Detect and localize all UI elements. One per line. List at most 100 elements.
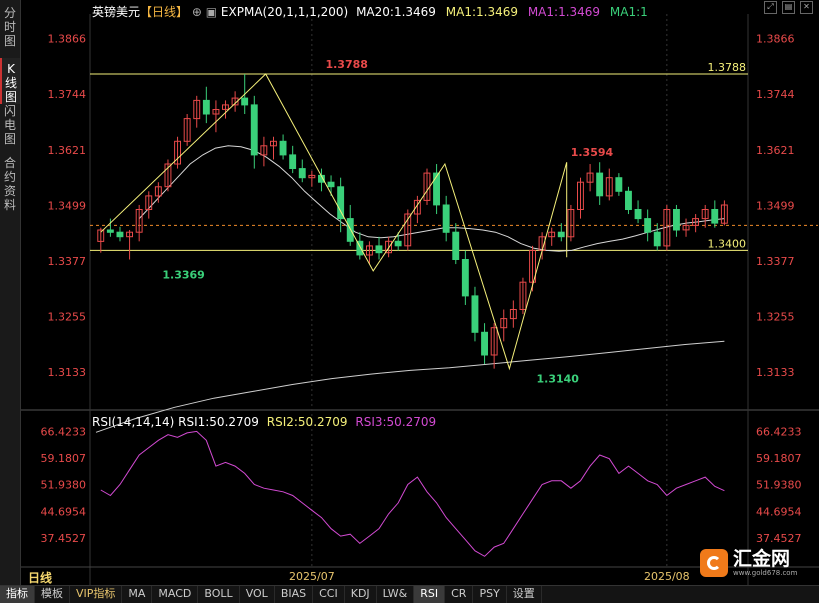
sidebar-tab-2[interactable]: 闪电图	[0, 100, 20, 146]
price-tick-left-6: 1.3133	[48, 366, 87, 379]
candle-body-24	[327, 181, 335, 188]
period-label[interactable]: 日线	[28, 569, 52, 586]
bottom-tab-11[interactable]: RSI	[414, 586, 446, 603]
candle-body-55	[625, 190, 632, 211]
candle-body-64	[711, 209, 719, 224]
candle-body-26	[346, 218, 354, 242]
rsi-tick-right-0: 66.4233	[756, 425, 802, 438]
candle-body-19	[279, 140, 287, 156]
bottom-tab-2[interactable]: VIP指标	[70, 586, 123, 603]
rsi-name: RSI(14,14,14)	[92, 415, 175, 429]
chart-canvas: 1.3788 1.3400 1.3788 1.3369 1.3140 1.3594 1.3…	[0, 14, 819, 585]
price-axis: 1.3866 1.3866 1.3744 1.3744 1.3621 1.3621 1.34…	[41, 33, 802, 583]
candle-body-54	[615, 177, 623, 192]
pivot-label-2: 1.3140	[537, 373, 580, 386]
ma20-value: MA20:1.3469	[356, 5, 436, 19]
bottom-tab-9[interactable]: KDJ	[345, 586, 377, 603]
layout-icon[interactable]: ▤	[782, 1, 795, 14]
sidebar-tab-1[interactable]: K线图	[0, 58, 20, 104]
time-tick-0: 2025/07	[289, 570, 335, 583]
rsi3-value: RSI3:50.2709	[355, 415, 437, 429]
gold678-logo-icon	[700, 549, 728, 577]
price-tick-left-4: 1.3377	[48, 255, 87, 268]
price-tick-right-6: 1.3133	[756, 366, 795, 379]
indicator-label: EXPMA(20,1,1,1,200)	[220, 5, 349, 19]
candle-body-56	[634, 209, 642, 220]
sidebar-tab-3[interactable]: 合约资料	[0, 152, 20, 212]
bottom-tab-1[interactable]: 模板	[35, 586, 70, 603]
candle-body-38	[461, 259, 469, 297]
rsi-tick-left-4: 37.4527	[41, 532, 87, 545]
price-tick-left-1: 1.3744	[48, 88, 87, 101]
price-tick-left-5: 1.3255	[48, 310, 87, 323]
level-label-0: 1.3788	[708, 61, 747, 74]
close-icon[interactable]: ✕	[800, 1, 813, 14]
rsi-tick-right-4: 37.4527	[756, 532, 802, 545]
rsi-tick-left-3: 44.6954	[41, 505, 87, 518]
rsi1-value: RSI1:50.2709	[178, 415, 259, 429]
price-tick-right-4: 1.3377	[756, 255, 795, 268]
candle-body-48	[557, 231, 565, 238]
ma1c-value: MA1:1	[609, 5, 648, 19]
zigzag-line	[100, 73, 568, 371]
candle-body-16	[250, 104, 258, 156]
indicator-tab-bar: 指标 模板 VIP指标 MA MACD BOLL VOL BIAS CCI KDJ LW& RSI CR…	[0, 585, 819, 603]
rsi-tick-right-1: 59.1807	[756, 452, 802, 465]
rsi-tick-left-1: 59.1807	[41, 452, 87, 465]
candle-body-36	[442, 204, 450, 233]
candle-body-29	[375, 245, 383, 254]
candle-body-21	[298, 168, 306, 179]
pivot-label-1: 1.3369	[162, 269, 204, 282]
bottom-tab-4[interactable]: MACD	[152, 586, 199, 603]
bottom-tab-8[interactable]: CCI	[313, 586, 345, 603]
period-tag[interactable]: 【日线】	[140, 5, 188, 19]
ma20-line	[138, 145, 725, 252]
candle-body-35	[433, 172, 441, 206]
rsi-tick-left-0: 66.4233	[41, 425, 87, 438]
candle-body-52	[596, 172, 604, 197]
logo-name: 汇金网	[733, 547, 791, 570]
candle-body-1	[106, 229, 114, 233]
bottom-tab-5[interactable]: BOLL	[198, 586, 240, 603]
candle-body-2	[116, 231, 124, 238]
candle-body-31	[394, 240, 402, 247]
bottom-tab-0[interactable]: 指标	[0, 586, 35, 603]
logo: 汇金网 www.gold678.com	[700, 546, 800, 580]
expand-icon[interactable]: ⤢	[764, 1, 777, 14]
price-tick-right-1: 1.3744	[756, 88, 795, 101]
candle-body-37	[452, 231, 460, 260]
bottom-tab-3[interactable]: MA	[122, 586, 153, 603]
candle-body-40	[481, 331, 489, 356]
rsi2-value: RSI2:50.2709	[266, 415, 348, 429]
candle-body-39	[471, 295, 479, 333]
price-tick-right-5: 1.3255	[756, 310, 795, 323]
bottom-tab-6[interactable]: VOL	[240, 586, 275, 603]
price-panel: 1.3788 1.3400 1.3788 1.3369 1.3140 1.3594	[90, 58, 818, 433]
candle-body-58	[653, 231, 661, 247]
candle-body-57	[644, 218, 652, 233]
price-grid	[0, 14, 819, 585]
bottom-tab-10[interactable]: LW&	[377, 586, 415, 603]
price-tick-left-2: 1.3621	[48, 144, 87, 157]
price-tick-left-0: 1.3866	[48, 33, 87, 46]
price-tick-right-2: 1.3621	[756, 144, 795, 157]
rsi-tick-right-3: 44.6954	[756, 505, 802, 518]
sidebar-tab-0[interactable]: 分时图	[0, 2, 20, 48]
candle-body-20	[289, 154, 297, 169]
bottom-tab-13[interactable]: PSY	[473, 586, 507, 603]
bottom-tab-14[interactable]: 设置	[507, 586, 542, 603]
rsi-panel	[100, 430, 725, 557]
candle-body-25	[337, 186, 345, 220]
price-tick-right-0: 1.3866	[756, 33, 795, 46]
pivot-label-0: 1.3788	[325, 58, 367, 71]
logo-url: www.gold678.com	[733, 568, 798, 577]
refresh-icon[interactable]: ⊕	[192, 5, 202, 19]
settings-icon[interactable]: ▣	[206, 5, 217, 19]
bottom-tab-7[interactable]: BIAS	[275, 586, 314, 603]
candle-body-15	[241, 97, 249, 106]
level-label-1: 1.3400	[708, 237, 747, 250]
price-tick-right-3: 1.3499	[756, 199, 795, 212]
time-tick-1: 2025/08	[644, 570, 690, 583]
candle-body-11	[202, 99, 210, 115]
bottom-tab-12[interactable]: CR	[445, 586, 474, 603]
